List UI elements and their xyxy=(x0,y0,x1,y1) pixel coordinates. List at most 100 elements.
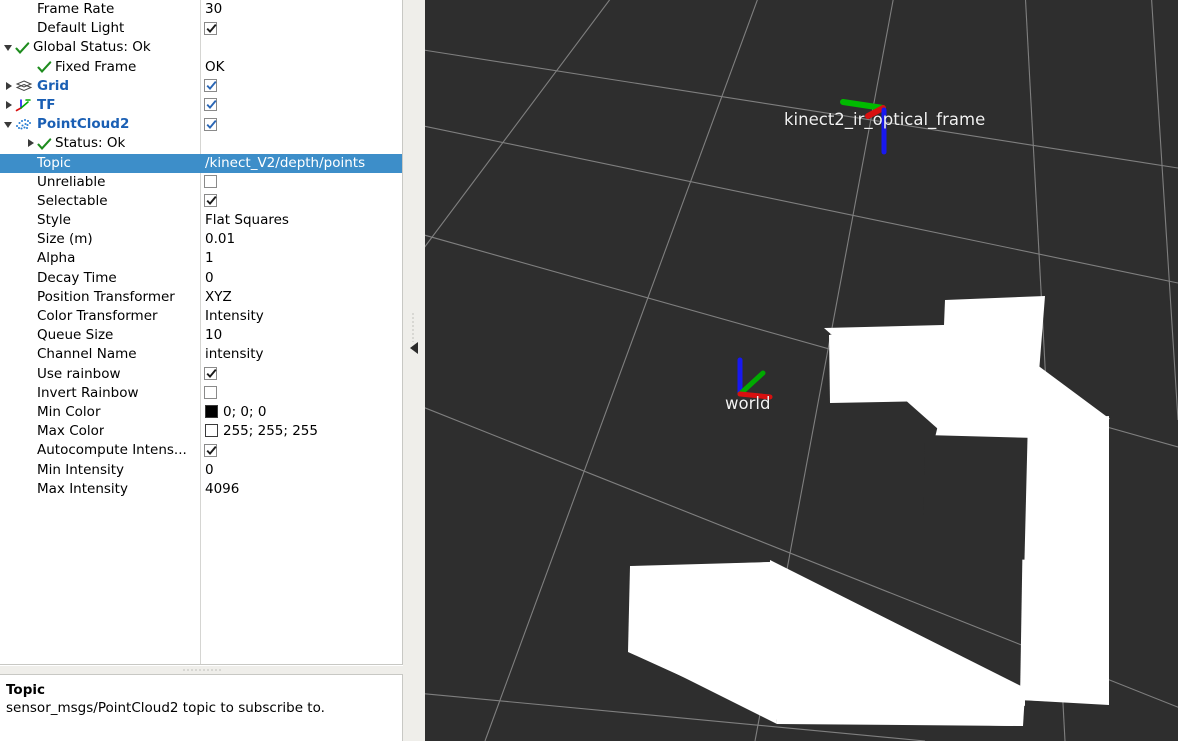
help-description: sensor_msgs/PointCloud2 topic to subscri… xyxy=(6,700,325,716)
property-value[interactable]: XYZ xyxy=(205,288,232,307)
property-label: Unreliable xyxy=(37,173,106,190)
expander-closed-icon[interactable] xyxy=(4,81,15,92)
property-value[interactable]: 4096 xyxy=(205,480,239,499)
property-row-queue-size[interactable]: Queue Size 10 xyxy=(0,326,402,345)
property-label: Global Status: Ok xyxy=(33,39,151,56)
property-checkbox[interactable] xyxy=(204,175,217,189)
collapse-grip xyxy=(412,312,414,342)
property-label: Queue Size xyxy=(37,327,114,344)
property-row-position-transformer[interactable]: Position Transformer XYZ xyxy=(0,288,402,307)
property-row-topic[interactable]: Topic/kinect_V2/depth/points xyxy=(0,153,402,173)
property-label: Min Color xyxy=(37,403,101,420)
color-value-text: 0; 0; 0 xyxy=(223,403,267,420)
property-value[interactable]: 255; 255; 255 xyxy=(205,422,318,441)
color-swatch[interactable] xyxy=(205,404,218,418)
collapse-left-arrow-icon[interactable] xyxy=(410,342,418,354)
tf-axes-icon xyxy=(15,98,33,113)
property-label: Topic xyxy=(37,154,71,171)
property-value[interactable]: 0.01 xyxy=(205,230,235,249)
property-label: Channel Name xyxy=(37,346,137,363)
property-row-autocompute-intens[interactable]: Autocompute Intens... xyxy=(0,441,402,460)
property-checkbox[interactable] xyxy=(204,79,217,93)
grid-icon xyxy=(15,79,33,94)
property-label: Max Intensity xyxy=(37,480,128,497)
status-ok-check-icon xyxy=(37,137,52,151)
panel-collapse-strip[interactable] xyxy=(403,0,425,741)
property-checkbox[interactable] xyxy=(204,367,217,381)
displays-tree[interactable]: Frame Rate 30 Default Light Global Status: … xyxy=(0,0,403,665)
property-row-selectable[interactable]: Selectable xyxy=(0,192,402,211)
property-row-min-color[interactable]: Min Color 0; 0; 0 xyxy=(0,403,402,422)
expander-closed-icon[interactable] xyxy=(4,100,15,111)
property-value[interactable]: /kinect_V2/depth/points xyxy=(205,154,365,173)
property-label: Selectable xyxy=(37,192,108,209)
property-row-status-ok[interactable]: Status: Ok xyxy=(0,134,402,153)
property-row-global-status-ok[interactable]: Global Status: Ok xyxy=(0,38,402,57)
property-label: Size (m) xyxy=(37,231,93,248)
property-row-color-transformer[interactable]: Color Transformer Intensity xyxy=(0,307,402,326)
property-label: Decay Time xyxy=(37,269,117,286)
property-row-max-intensity[interactable]: Max Intensity 4096 xyxy=(0,480,402,499)
property-row-default-light[interactable]: Default Light xyxy=(0,19,402,38)
property-row-grid[interactable]: Grid xyxy=(0,77,402,96)
property-rows: Frame Rate 30 Default Light Global Status: … xyxy=(0,0,402,499)
property-label: Fixed Frame xyxy=(55,58,137,75)
property-value[interactable]: 0; 0; 0 xyxy=(205,403,266,422)
frame-label-kinect2: kinect2_ir_optical_frame xyxy=(784,110,986,129)
property-row-invert-rainbow[interactable]: Invert Rainbow xyxy=(0,384,402,403)
property-value[interactable]: OK xyxy=(205,58,224,77)
property-row-unreliable[interactable]: Unreliable xyxy=(0,173,402,192)
property-row-fixed-frame[interactable]: Fixed Frame OK xyxy=(0,58,402,77)
property-row-use-rainbow[interactable]: Use rainbow xyxy=(0,365,402,384)
property-label: Min Intensity xyxy=(37,461,125,478)
property-value[interactable]: 10 xyxy=(205,326,222,345)
property-label: Status: Ok xyxy=(55,135,126,152)
property-row-channel-name[interactable]: Channel Name intensity xyxy=(0,345,402,364)
property-row-size-m[interactable]: Size (m) 0.01 xyxy=(0,230,402,249)
tf-axis-world xyxy=(737,357,773,400)
property-label: Default Light xyxy=(37,20,125,37)
property-label: Invert Rainbow xyxy=(37,384,139,401)
status-ok-check-icon xyxy=(37,60,52,74)
property-label: Use rainbow xyxy=(37,365,121,382)
property-label: PointCloud2 xyxy=(37,116,130,133)
property-value[interactable]: Flat Squares xyxy=(205,211,289,230)
expander-closed-icon[interactable] xyxy=(26,138,37,149)
splitter-grip xyxy=(181,669,222,671)
status-ok-check-icon xyxy=(15,41,30,55)
property-row-max-color[interactable]: Max Color 255; 255; 255 xyxy=(0,422,402,441)
property-value[interactable]: intensity xyxy=(205,345,264,364)
property-value[interactable]: 0 xyxy=(205,461,214,480)
rviz-window: Frame Rate 30 Default Light Global Status: … xyxy=(0,0,1178,741)
property-checkbox[interactable] xyxy=(204,386,217,400)
property-label: Color Transformer xyxy=(37,308,158,324)
property-checkbox[interactable] xyxy=(204,443,217,457)
pointcloud-icon xyxy=(15,117,33,132)
property-label: TF xyxy=(37,96,56,113)
property-value[interactable]: 30 xyxy=(205,0,222,19)
property-label: Max Color xyxy=(37,423,105,440)
property-value[interactable]: Intensity xyxy=(205,307,264,326)
expander-open-icon[interactable] xyxy=(4,119,15,130)
property-checkbox[interactable] xyxy=(204,117,217,131)
color-swatch[interactable] xyxy=(205,424,218,438)
property-checkbox[interactable] xyxy=(204,98,217,112)
property-row-alpha[interactable]: Alpha 1 xyxy=(0,249,402,268)
property-value[interactable]: 0 xyxy=(205,269,214,288)
property-checkbox[interactable] xyxy=(204,21,217,35)
3d-viewport[interactable]: kinect2_ir_optical_frame world xyxy=(425,0,1178,741)
expander-open-icon[interactable] xyxy=(4,42,15,53)
property-label: Style xyxy=(37,212,71,229)
property-row-frame-rate[interactable]: Frame Rate 30 xyxy=(0,0,402,19)
property-row-min-intensity[interactable]: Min Intensity 0 xyxy=(0,461,402,480)
frame-label-world: world xyxy=(725,394,771,413)
property-label: Autocompute Intens... xyxy=(37,442,187,459)
property-value[interactable]: 1 xyxy=(205,249,214,268)
property-row-pointcloud2[interactable]: PointCloud2 xyxy=(0,115,402,134)
property-row-tf[interactable]: TF xyxy=(0,96,402,115)
horizontal-splitter[interactable] xyxy=(0,666,403,674)
property-row-decay-time[interactable]: Decay Time 0 xyxy=(0,269,402,288)
property-checkbox[interactable] xyxy=(204,194,217,208)
property-label: Frame Rate xyxy=(37,1,115,17)
property-row-style[interactable]: Style Flat Squares xyxy=(0,211,402,230)
